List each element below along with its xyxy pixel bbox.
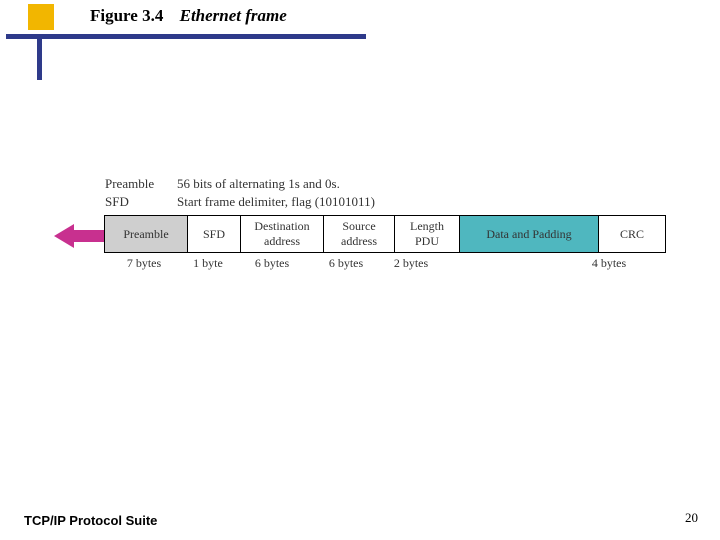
field-definitions: Preamble 56 bits of alternating 1s and 0… bbox=[105, 175, 375, 211]
bytes-preamble: 7 bytes bbox=[104, 256, 184, 271]
def-desc: Start frame delimiter, flag (10101011) bbox=[177, 193, 375, 211]
bytes-dst: 6 bytes bbox=[232, 256, 312, 271]
byte-labels: 7 bytes 1 byte 6 bytes 6 bytes 2 bytes 4… bbox=[104, 256, 640, 271]
def-term: Preamble bbox=[105, 175, 177, 193]
figure-caption: Ethernet frame bbox=[180, 6, 287, 25]
bytes-len: 2 bytes bbox=[380, 256, 442, 271]
ethernet-frame-table: Preamble SFD Destination address Source … bbox=[104, 215, 666, 253]
bytes-data bbox=[442, 256, 578, 271]
field-sfd: SFD bbox=[188, 216, 241, 253]
bytes-crc: 4 bytes bbox=[578, 256, 640, 271]
arrow-left-icon bbox=[54, 222, 106, 250]
decor-vbar bbox=[37, 34, 42, 80]
decor-hbar bbox=[6, 34, 366, 39]
field-crc: CRC bbox=[599, 216, 666, 253]
decor-square bbox=[28, 4, 54, 30]
field-len: Length PDU bbox=[395, 216, 460, 253]
footer-text: TCP/IP Protocol Suite bbox=[24, 513, 157, 528]
figure-title: Figure 3.4 Ethernet frame bbox=[90, 6, 287, 26]
field-preamble: Preamble bbox=[105, 216, 188, 253]
bytes-sfd: 1 byte bbox=[184, 256, 232, 271]
field-dst: Destination address bbox=[241, 216, 324, 253]
field-data: Data and Padding bbox=[460, 216, 599, 253]
page-number: 20 bbox=[685, 510, 698, 526]
figure-label: Figure 3.4 bbox=[90, 6, 163, 25]
field-src: Source address bbox=[324, 216, 395, 253]
def-desc: 56 bits of alternating 1s and 0s. bbox=[177, 175, 340, 193]
def-term: SFD bbox=[105, 193, 177, 211]
bytes-src: 6 bytes bbox=[312, 256, 380, 271]
